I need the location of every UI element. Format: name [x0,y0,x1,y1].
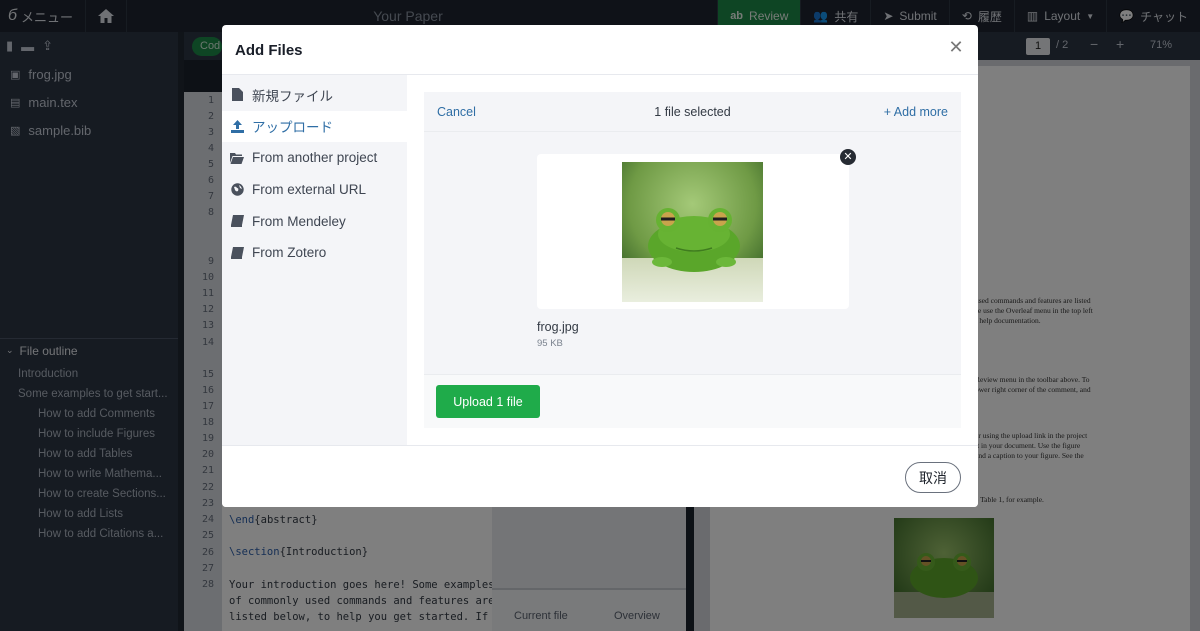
close-icon[interactable]: ✕ [946,37,966,57]
source-label: アップロード [252,120,333,136]
add-more-button[interactable]: + Add more [884,105,948,119]
file-preview-card [537,154,849,309]
source-label: From external URL [252,182,367,198]
source-label: From another project [252,150,378,166]
source-list: 新規ファイル アップロード From another project From … [222,75,407,445]
file-thumbnail [622,162,763,302]
remove-file-button[interactable]: ✕ [840,149,856,165]
source-upload[interactable]: アップロード [222,110,407,143]
source-zotero[interactable]: From Zotero [222,237,407,269]
globe-icon [230,183,244,197]
source-another-project[interactable]: From another project [222,142,407,174]
source-label: From Mendeley [252,213,346,229]
book-icon [230,214,244,228]
add-files-modal: Add Files ✕ 新規ファイル アップロード From another p… [222,25,978,507]
selected-count: 1 file selected [654,105,731,119]
upload-button[interactable]: Upload 1 file [436,385,540,418]
book-icon [230,246,244,260]
upload-icon [230,119,244,133]
close-button[interactable]: 取消 [905,462,961,493]
folder-open-icon [230,151,244,165]
upload-panel: Cancel 1 file selected + Add more ✕ frog… [407,75,978,445]
modal-header: Add Files ✕ [222,25,978,75]
modal-footer: 取消 [222,445,978,507]
source-label: From Zotero [252,245,327,261]
source-mendeley[interactable]: From Mendeley [222,205,407,237]
uploader-topbar: Cancel 1 file selected + Add more [424,92,961,132]
modal-title: Add Files [235,42,303,59]
file-name: frog.jpg [537,320,579,334]
source-new-file[interactable]: 新規ファイル [222,79,407,111]
source-label: 新規ファイル [252,88,333,104]
file-size: 95 KB [537,338,563,349]
file-uploader: Cancel 1 file selected + Add more ✕ frog… [424,92,961,428]
uploader-footer: Upload 1 file [424,374,961,428]
file-icon [230,88,244,102]
source-external-url[interactable]: From external URL [222,174,407,206]
